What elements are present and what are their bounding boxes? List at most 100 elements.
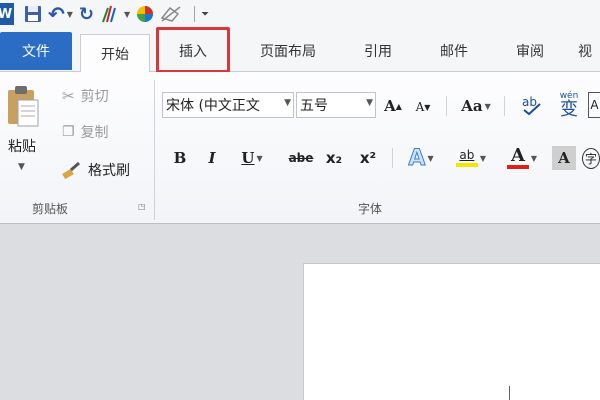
font-size-value: 五号 [300,98,328,114]
font-size-combo[interactable]: 五号 ▼ [296,92,376,118]
text-cursor [509,386,510,400]
copy-icon: ❐ [62,124,75,140]
redo-button[interactable]: ↻ [79,3,94,25]
shrink-font-button[interactable]: A ▼ [412,96,434,118]
subscript-button[interactable]: x₂ [322,146,346,170]
phonetic-guide-wen-button[interactable]: wén 变 [554,88,584,122]
font-group-label: 字体 [358,202,383,216]
undo-dropdown-icon[interactable]: ▼ [67,10,73,19]
font-separator [504,96,505,116]
font-name-value: 宋体 (中文正文 [166,98,260,114]
font-color-label: A [510,145,525,166]
home-ribbon: 粘贴 ▼ ✂ 剪切 ❐ 复制 格式刷 剪贴板 ◳ 宋体 (中文正文 ▼ 五号 ▼… [0,72,600,224]
color-wheel-button[interactable] [136,3,154,25]
font-separator [392,148,393,168]
group-separator [154,80,155,220]
character-border-icon: A [590,98,599,112]
change-case-button[interactable]: Aa ▼ [456,94,496,118]
quick-access-toolbar: W ↶ ▼ ↻ ▼ ⏷ [0,0,600,28]
copy-button[interactable]: ❐ 复制 [62,122,109,142]
strikethrough-button[interactable]: abe [286,146,316,170]
tab-page-layout[interactable]: 页面布局 [246,34,330,68]
clipboard-group-label: 剪贴板 [32,202,69,216]
enclose-characters-icon: 字 [582,147,600,169]
format-painter-button[interactable]: 格式刷 [62,160,130,180]
font-color-dropdown-icon[interactable]: ▼ [531,154,537,163]
shrink-font-icon: A [415,100,425,114]
highlight-label: ab [459,148,475,162]
superscript-button[interactable]: x² [356,146,380,170]
spellcheck-icon: ab [522,95,541,116]
tab-view[interactable]: 视 [578,34,600,68]
text-effects-dropdown-icon[interactable]: ▼ [427,154,433,163]
save-icon [25,6,41,22]
italic-button[interactable]: I [202,146,222,170]
text-effects-icon: A [408,145,426,171]
undo-icon: ↶ [48,2,65,26]
scissors-icon: ✂ [62,87,75,105]
subscript-icon: x₂ [325,149,343,167]
font-name-dropdown-icon[interactable]: ▼ [284,98,291,108]
phonetic-bottom-label: 变 [560,98,578,120]
highlighter-icon: ab [455,148,478,167]
font-separator [446,96,447,116]
customize-toolbar-button[interactable]: ⏷ [201,3,209,25]
tab-references[interactable]: 引用 [352,34,404,68]
italic-icon: I [208,149,216,167]
paste-dropdown-icon[interactable]: ▼ [18,162,25,172]
underline-icon: U [241,149,255,167]
color-wheel-icon [137,6,154,22]
enclose-characters-button[interactable]: 字 [582,146,600,170]
eraser-icon [160,6,181,22]
underline-button[interactable]: U ▼ [236,146,268,170]
text-effects-button[interactable]: A ▼ [402,144,440,172]
clipboard-dialog-launcher-icon[interactable]: ◳ [138,202,148,212]
font-name-combo[interactable]: 宋体 (中文正文 ▼ [162,92,294,118]
cut-button[interactable]: ✂ 剪切 [62,86,109,106]
brush-dropdown-icon[interactable]: ▼ [124,10,130,19]
bold-icon: B [173,149,187,167]
paste-icon [8,86,39,127]
font-size-dropdown-icon[interactable]: ▼ [366,98,373,108]
font-color-bar [506,165,529,169]
paste-label[interactable]: 粘贴 [8,136,36,156]
character-border-button[interactable]: A [588,92,600,118]
underline-dropdown-icon[interactable]: ▼ [256,153,262,163]
text-highlight-button[interactable]: ab ▼ [448,144,494,172]
bold-button[interactable]: B [170,146,190,170]
phonetic-guide-button[interactable]: ab [518,90,546,118]
toolbar-separator [194,6,196,22]
word-logo-icon: W [0,3,14,25]
svg-text:ab: ab [522,95,537,109]
tab-home[interactable]: 开始 [80,34,150,72]
font-color-icon: A [506,145,529,169]
character-shading-icon: A [558,149,570,167]
format-brush-quick-button[interactable]: ▼ [100,3,130,25]
change-case-icon: Aa [461,97,483,115]
undo-button[interactable]: ↶ ▼ [48,2,73,26]
superscript-icon: x² [359,149,377,167]
clear-format-quick-button[interactable] [160,3,182,25]
paste-button[interactable] [4,84,42,132]
format-painter-label: 格式刷 [88,163,130,179]
tab-mailings[interactable]: 邮件 [428,34,480,68]
grow-font-button[interactable]: A ▲ [382,94,404,118]
character-shading-button[interactable]: A [552,146,576,170]
strikethrough-icon: abe [288,151,314,165]
ribbon-tabs: 文件 开始 插入 页面布局 引用 邮件 审阅 视 [0,28,600,72]
redo-icon: ↻ [78,3,95,25]
copy-label: 复制 [80,125,109,141]
tab-file[interactable]: 文件 [0,32,72,70]
document-page[interactable] [303,263,600,400]
change-case-dropdown-icon[interactable]: ▼ [485,101,491,111]
cut-label: 剪切 [80,89,109,105]
format-painter-icon [62,161,80,179]
highlight-color-bar [455,163,478,167]
highlight-dropdown-icon[interactable]: ▼ [480,154,486,163]
font-color-button[interactable]: A ▼ [500,144,544,172]
customize-dropdown-icon: ⏷ [201,8,210,20]
save-button[interactable] [24,3,42,25]
grow-font-icon: A [384,97,396,115]
tab-review[interactable]: 审阅 [504,34,556,68]
insert-tab-highlight-box [156,27,230,73]
